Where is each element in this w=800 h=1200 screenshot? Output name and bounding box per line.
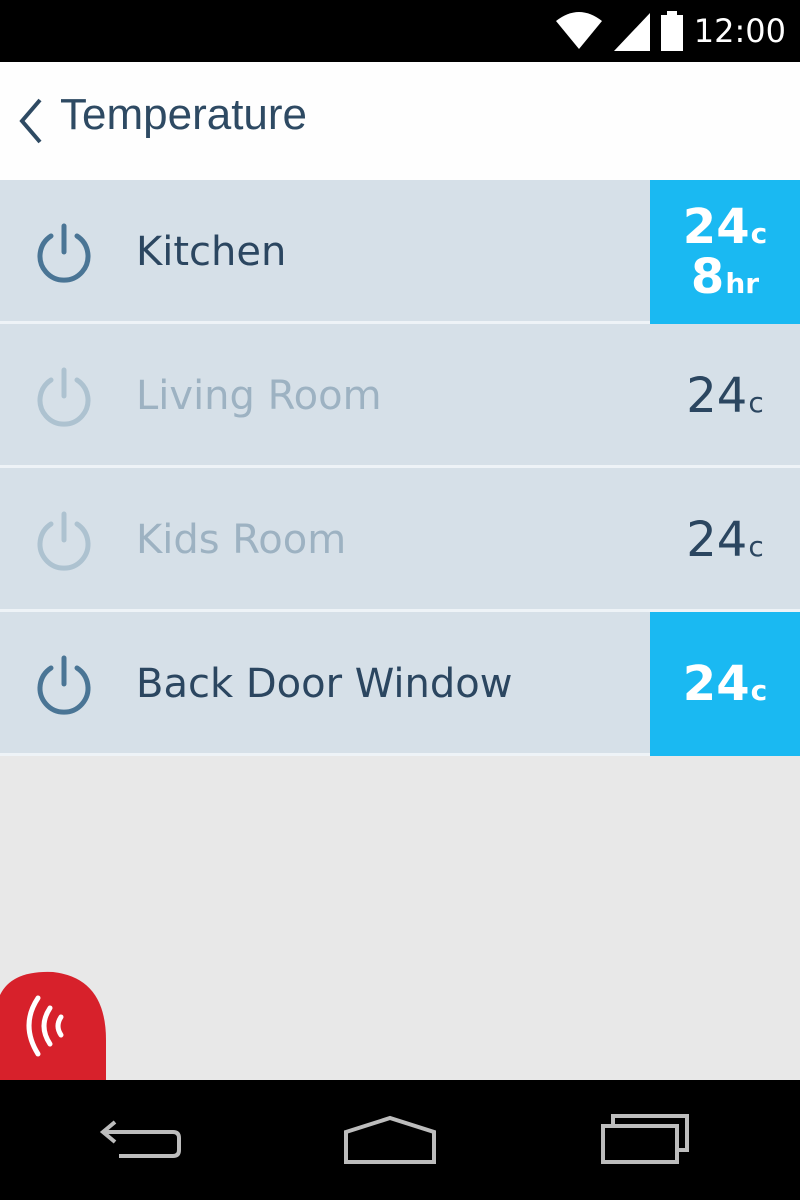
- temperature-value: 24 c: [686, 511, 764, 568]
- back-icon: [99, 1120, 181, 1158]
- temperature-number: 24: [686, 367, 748, 424]
- temperature-value: 24 c: [682, 198, 768, 255]
- app-header: Temperature: [0, 62, 800, 180]
- duration-unit: hr: [725, 267, 760, 300]
- room-row-living-room[interactable]: Living Room 24 c: [0, 324, 800, 468]
- temperature-unit: c: [750, 673, 768, 707]
- room-name: Living Room: [136, 373, 382, 419]
- status-icons: 12:00: [554, 10, 786, 52]
- temperature-value: 24 c: [682, 655, 768, 712]
- navigation-bar: [0, 1080, 800, 1200]
- wifi-icon: [555, 12, 602, 49]
- room-name: Kids Room: [136, 517, 347, 563]
- power-icon[interactable]: [33, 510, 95, 572]
- battery-icon: [660, 11, 683, 51]
- duration-value: 8 hr: [690, 249, 760, 305]
- room-name: Back Door Window: [136, 661, 513, 707]
- alarm-button[interactable]: [0, 970, 108, 1080]
- room-row-back-door-window[interactable]: Back Door Window 24 c: [0, 612, 800, 756]
- room-list: Kitchen 24 c 8 hr Living Room 24 c Kids Roo…: [0, 180, 800, 756]
- status-time: 12:00: [693, 12, 786, 50]
- page-title: Temperature: [60, 90, 308, 139]
- power-icon[interactable]: [33, 222, 95, 284]
- recents-icon: [601, 1114, 689, 1164]
- temperature-badge[interactable]: 24 c: [650, 468, 800, 612]
- chevron-left-icon[interactable]: [14, 94, 48, 148]
- temperature-badge[interactable]: 24 c 8 hr: [650, 180, 800, 324]
- temperature-value: 24 c: [686, 367, 764, 424]
- temperature-number: 24: [682, 655, 750, 712]
- temperature-unit: c: [748, 529, 764, 563]
- room-row-kids-room[interactable]: Kids Room 24 c: [0, 468, 800, 612]
- temperature-badge[interactable]: 24 c: [650, 324, 800, 468]
- temperature-badge[interactable]: 24 c: [650, 612, 800, 756]
- temperature-number: 24: [686, 511, 748, 568]
- nav-home-button[interactable]: [310, 1080, 470, 1200]
- duration-number: 8: [690, 249, 725, 305]
- temperature-number: 24: [682, 198, 750, 255]
- room-name: Kitchen: [136, 229, 287, 275]
- temperature-unit: c: [748, 385, 764, 419]
- home-icon: [344, 1115, 436, 1164]
- temperature-unit: c: [750, 216, 768, 250]
- room-row-kitchen[interactable]: Kitchen 24 c 8 hr: [0, 180, 800, 324]
- nav-back-button[interactable]: [60, 1080, 220, 1200]
- signal-icon: [613, 13, 650, 51]
- status-bar: 12:00: [0, 0, 800, 62]
- power-icon[interactable]: [33, 366, 95, 428]
- power-icon[interactable]: [33, 654, 95, 716]
- nav-recents-button[interactable]: [565, 1080, 725, 1200]
